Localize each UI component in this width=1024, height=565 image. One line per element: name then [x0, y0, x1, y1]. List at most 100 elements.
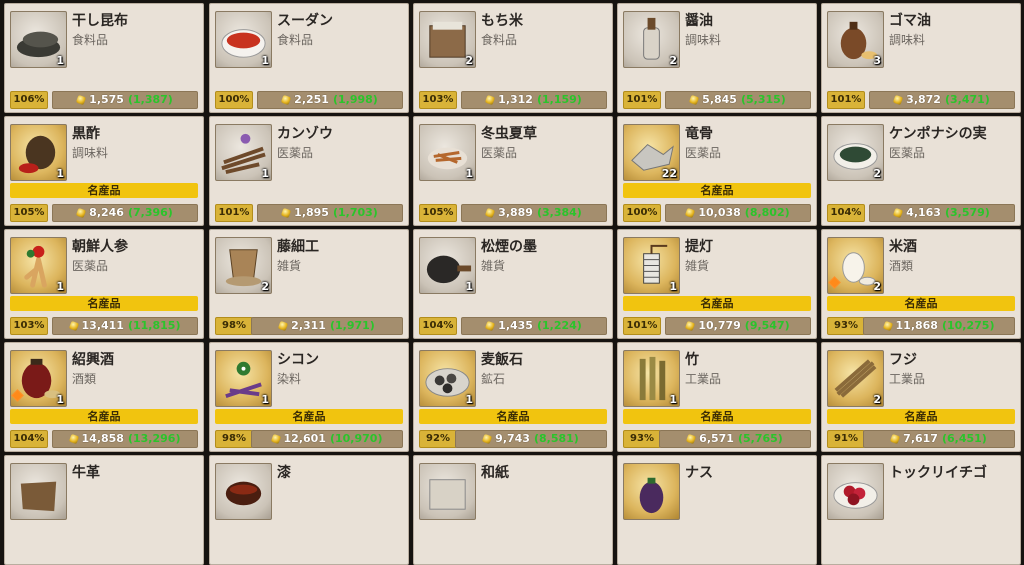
- price-bar: 14,858 (13,296): [52, 430, 198, 448]
- item-name: ナス: [685, 465, 713, 481]
- specialty-badge: 名産品: [10, 296, 198, 311]
- price-bar: 6,571 (5,765): [659, 430, 811, 448]
- price-percent-badge: 93%: [827, 317, 865, 335]
- trade-good-card[interactable]: 1 提灯 雑貨 名産品 101% 10,779 (9,547): [617, 229, 817, 339]
- trade-good-card[interactable]: 22 竜骨 医薬品 名産品 100% 10,038 (8,802): [617, 116, 817, 226]
- item-category: 食料品: [277, 33, 314, 47]
- trade-good-card[interactable]: 2 藤細工 雑貨 98% 2,311 (1,971): [209, 229, 409, 339]
- trade-good-card[interactable]: 1 麦飯石 鉱石 名産品 92% 9,743 (8,581): [413, 342, 613, 452]
- trade-good-card[interactable]: 1 冬虫夏草 医薬品 105% 3,889 (3,384): [413, 116, 613, 226]
- coin-icon: [685, 320, 696, 332]
- base-price: (1,224): [536, 319, 582, 332]
- price-percent-badge: 103%: [10, 317, 48, 335]
- trade-good-card[interactable]: 1 朝鮮人参 医薬品 名産品 103% 13,411 (11,815): [4, 229, 204, 339]
- item-name: 藤細工: [277, 239, 319, 255]
- item-thumbnail: 1: [215, 124, 272, 181]
- current-price: 6,571: [699, 432, 734, 445]
- item-category: 医薬品: [277, 146, 314, 160]
- item-quantity: 1: [261, 393, 269, 406]
- trade-good-card[interactable]: 和紙: [413, 455, 613, 565]
- item-name: 竹: [685, 352, 699, 368]
- item-name: 和紙: [481, 465, 509, 481]
- item-thumbnail: [419, 463, 476, 520]
- price-percent-badge: 101%: [623, 317, 661, 335]
- price-percent-badge: 104%: [10, 430, 48, 448]
- trade-good-card[interactable]: 1 カンゾウ 医薬品 101% 1,895 (1,703): [209, 116, 409, 226]
- trade-good-card[interactable]: 1 紹興酒 酒類 名産品 104% 14,858 (13,296): [4, 342, 204, 452]
- item-thumbnail: 2: [827, 124, 884, 181]
- trade-good-card[interactable]: 1 竹工業品 名産品 93% 6,571 (5,765): [617, 342, 817, 452]
- trade-goods-grid: 1 干し昆布 食料品 106% 1,575 (1,387) 1 スーダン 食料品 100% 2,25…: [0, 0, 1024, 565]
- item-thumbnail: 1: [419, 237, 476, 294]
- item-category: 調味料: [72, 146, 109, 160]
- item-category: 酒類: [889, 259, 914, 273]
- current-price: 4,163: [906, 206, 941, 219]
- current-price: 3,872: [906, 93, 941, 106]
- price-bar: 5,845 (5,315): [665, 91, 811, 109]
- item-name: スーダン: [277, 13, 333, 29]
- price-percent-badge: 105%: [419, 204, 457, 222]
- trade-good-card[interactable]: 2 醤油 調味料 101% 5,845 (5,315): [617, 3, 817, 113]
- item-category: 工業品: [685, 372, 722, 386]
- price-bar: 3,872 (3,471): [869, 91, 1015, 109]
- trade-good-card[interactable]: トックリイチゴ: [821, 455, 1021, 565]
- trade-good-card[interactable]: 1 松煙の墨 雑貨 104% 1,435 (1,224): [413, 229, 613, 339]
- item-quantity: 1: [669, 393, 677, 406]
- item-name: ゴマ油: [889, 13, 931, 29]
- specialty-badge: 名産品: [10, 183, 198, 198]
- trade-good-card[interactable]: 1 干し昆布 食料品 106% 1,575 (1,387): [4, 3, 204, 113]
- trade-good-card[interactable]: 2 米酒 酒類 名産品 93% 11,868 (10,275): [821, 229, 1021, 339]
- item-name: 紹興酒: [72, 352, 114, 368]
- price-bar: 2,251 (1,998): [257, 91, 403, 109]
- item-thumbnail: [10, 463, 67, 520]
- trade-good-card[interactable]: 漆: [209, 455, 409, 565]
- base-price: (8,802): [744, 206, 790, 219]
- coin-icon: [689, 94, 700, 106]
- price-percent-badge: 101%: [215, 204, 253, 222]
- price-bar: 8,246 (7,396): [52, 204, 198, 222]
- trade-good-card[interactable]: 牛革: [4, 455, 204, 565]
- item-name: 竜骨: [685, 126, 713, 142]
- current-price: 2,311: [291, 319, 326, 332]
- item-quantity: 1: [465, 393, 473, 406]
- trade-good-card[interactable]: 2 ケンポナシの実 医薬品 104% 4,163 (3,579): [821, 116, 1021, 226]
- item-category: 医薬品: [685, 146, 722, 160]
- item-thumbnail: 1: [215, 11, 272, 68]
- current-price: 1,575: [89, 93, 124, 106]
- trade-good-card[interactable]: 2 もち米 食料品 103% 1,312 (1,159): [413, 3, 613, 113]
- trade-good-card[interactable]: 1 スーダン 食料品 100% 2,251 (1,998): [209, 3, 409, 113]
- trade-good-card[interactable]: ナス: [617, 455, 817, 565]
- coin-icon: [68, 320, 79, 332]
- price-percent-badge: 101%: [827, 91, 865, 109]
- coin-icon: [485, 207, 496, 219]
- specialty-badge: 名産品: [623, 296, 811, 311]
- base-price: (6,451): [941, 432, 987, 445]
- trade-good-card[interactable]: 3 ゴマ油 調味料 101% 3,872 (3,471): [821, 3, 1021, 113]
- item-thumbnail: 2: [623, 11, 680, 68]
- price-bar: 3,889 (3,384): [461, 204, 607, 222]
- current-price: 2,251: [294, 93, 329, 106]
- item-thumbnail: 2: [215, 237, 272, 294]
- item-thumbnail: 1: [10, 237, 67, 294]
- trade-good-card[interactable]: 2 フジ 工業品 名産品 91% 7,617 (6,451): [821, 342, 1021, 452]
- specialty-badge: 名産品: [10, 409, 198, 424]
- current-price: 1,435: [498, 319, 533, 332]
- base-price: (9,547): [744, 319, 790, 332]
- item-thumbnail: 22: [623, 124, 680, 181]
- base-price: (5,315): [740, 93, 786, 106]
- coin-icon: [686, 433, 697, 445]
- trade-good-card[interactable]: 1 黒酢 調味料 名産品 105% 8,246 (7,396): [4, 116, 204, 226]
- price-bar: 7,617 (6,451): [863, 430, 1015, 448]
- price-bar: 10,038 (8,802): [665, 204, 811, 222]
- trade-good-card[interactable]: 1 シコン 染料 名産品 98% 12,601 (10,970): [209, 342, 409, 452]
- coin-icon: [281, 207, 292, 219]
- base-price: (7,396): [127, 206, 173, 219]
- item-quantity: 1: [56, 393, 64, 406]
- current-price: 10,779: [698, 319, 741, 332]
- item-quantity: 2: [873, 393, 881, 406]
- item-name: 漆: [277, 465, 291, 481]
- coin-icon: [485, 94, 496, 106]
- item-name: 醤油: [685, 13, 713, 29]
- coin-icon: [882, 320, 893, 332]
- current-price: 9,743: [495, 432, 530, 445]
